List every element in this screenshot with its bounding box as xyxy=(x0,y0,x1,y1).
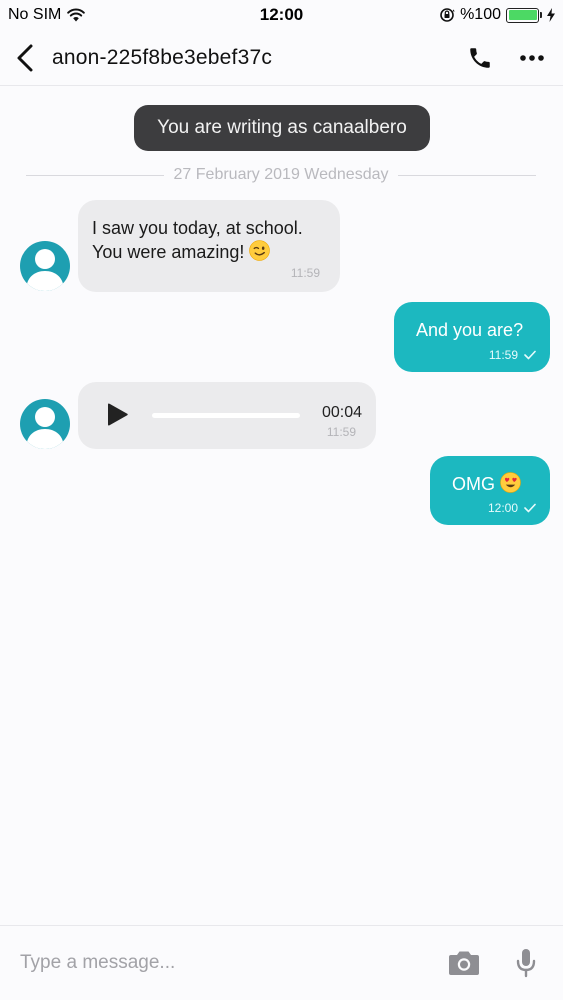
message-text: OMG xyxy=(452,472,521,496)
microphone-button[interactable] xyxy=(515,948,537,978)
voice-progress-track[interactable] xyxy=(152,413,300,418)
status-bar: No SIM 12:00 %100 xyxy=(0,0,563,30)
voice-duration: 00:04 xyxy=(321,404,362,421)
heart-eyes-emoji-icon xyxy=(500,472,521,493)
message-line: You were amazing! xyxy=(92,242,245,262)
date-label: 27 February 2019 Wednesday xyxy=(173,166,389,183)
wifi-icon xyxy=(67,8,86,22)
rotation-lock-icon xyxy=(440,8,455,22)
battery-icon xyxy=(506,7,542,23)
message-time: 11:59 xyxy=(326,425,356,439)
status-left: No SIM xyxy=(8,6,86,24)
chevron-left-icon xyxy=(17,44,33,71)
checkmark-icon xyxy=(524,503,536,513)
message-input[interactable] xyxy=(20,952,447,974)
more-dots-icon xyxy=(520,54,544,61)
call-button[interactable] xyxy=(467,45,493,71)
message-time: 12:00 xyxy=(487,501,518,515)
message-meta: 11:59 xyxy=(327,425,356,439)
avatar[interactable] xyxy=(20,399,70,449)
phone-icon xyxy=(470,47,490,68)
user-silhouette-icon xyxy=(26,407,64,449)
input-actions xyxy=(447,948,543,978)
camera-icon xyxy=(449,951,479,975)
message-line: I saw you today, at school. xyxy=(92,218,303,238)
play-button[interactable] xyxy=(104,402,130,428)
header-actions xyxy=(467,45,551,71)
message-text: And you are? xyxy=(416,320,524,340)
play-icon xyxy=(108,403,128,426)
camera-button[interactable] xyxy=(447,949,481,977)
message-time: 11:59 xyxy=(290,266,320,280)
microphone-icon xyxy=(516,949,536,978)
more-options-button[interactable] xyxy=(519,54,545,62)
message-line: OMG xyxy=(452,474,495,494)
writing-as-banner: You are writing as canaalbero xyxy=(134,105,430,151)
back-button[interactable] xyxy=(12,40,38,76)
message-time: 11:59 xyxy=(488,348,518,362)
user-silhouette-icon xyxy=(26,249,64,291)
message-meta: 11:59 xyxy=(291,266,320,280)
checkmark-icon xyxy=(524,350,536,360)
message-meta: 12:00 xyxy=(488,501,536,515)
carrier-label: No SIM xyxy=(8,6,62,23)
wink-emoji-icon xyxy=(249,240,271,261)
battery-percent: %100 xyxy=(460,6,501,23)
message-bubble-outgoing[interactable]: And you are? 11:59 xyxy=(394,302,550,372)
message-input-bar xyxy=(0,925,563,1000)
message-line-with-emoji: You were amazing! xyxy=(92,240,303,264)
chat-header: anon-225f8be3ebef37c xyxy=(0,30,563,86)
message-text: I saw you today, at school. You were ama… xyxy=(92,216,303,264)
date-divider: 27 February 2019 Wednesday xyxy=(26,164,537,186)
message-meta: 11:59 xyxy=(489,348,536,362)
divider-line xyxy=(26,174,164,176)
charging-icon xyxy=(547,8,555,22)
voice-message-bubble[interactable]: 00:04 11:59 xyxy=(78,382,376,449)
message-bubble-incoming[interactable]: I saw you today, at school. You were ama… xyxy=(78,200,340,292)
divider-line xyxy=(398,174,537,176)
message-bubble-outgoing[interactable]: OMG 12:00 xyxy=(430,456,550,525)
chat-title: anon-225f8be3ebef37c xyxy=(52,45,273,69)
status-right: %100 xyxy=(439,6,555,24)
avatar[interactable] xyxy=(20,241,70,291)
